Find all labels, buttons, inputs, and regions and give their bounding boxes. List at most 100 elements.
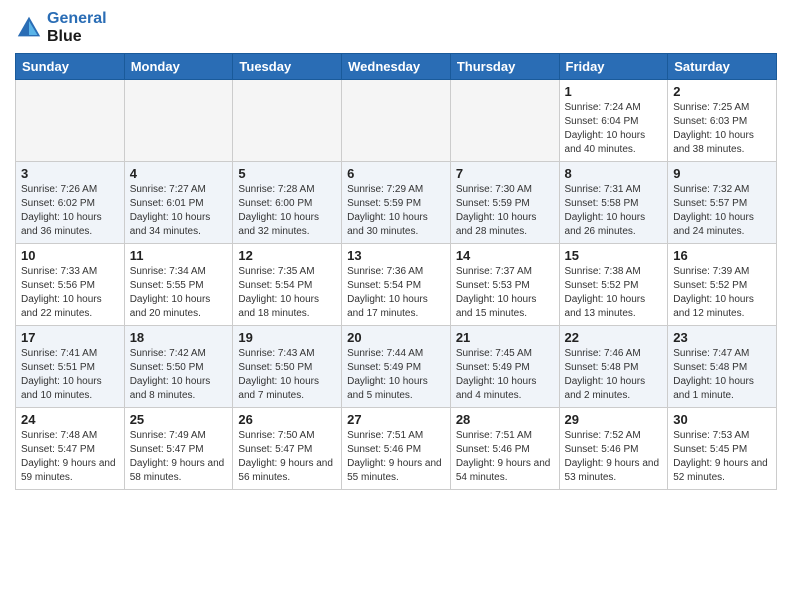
day-info: Sunrise: 7:41 AM Sunset: 5:51 PM Dayligh…	[21, 347, 119, 403]
week-row-4: 17Sunrise: 7:41 AM Sunset: 5:51 PM Dayli…	[16, 326, 777, 408]
calendar-cell: 29 Sunrise: 7:52 AM Sunset: 5:46 PM Dayli…	[559, 408, 668, 490]
calendar-cell: 15Sunrise: 7:38 AM Sunset: 5:52 PM Dayli…	[559, 244, 668, 326]
calendar-cell: 25 Sunrise: 7:49 AM Sunset: 5:47 PM Dayli…	[124, 408, 233, 490]
calendar-cell	[450, 80, 559, 162]
logo-line1: General	[47, 10, 107, 28]
calendar-cell: 18 Sunrise: 7:42 AM Sunset: 5:50 PM Dayli…	[124, 326, 233, 408]
weekday-header-friday: Friday	[559, 54, 668, 80]
day-info: Sunrise: 7:49 AM Sunset: 5:47 PM Dayligh…	[130, 429, 228, 485]
calendar-cell: 28 Sunrise: 7:51 AM Sunset: 5:46 PM Dayli…	[450, 408, 559, 490]
day-info: Sunrise: 7:27 AM Sunset: 6:01 PM Dayligh…	[130, 183, 228, 239]
day-number: 8	[565, 166, 663, 181]
calendar-cell: 2 Sunrise: 7:25 AM Sunset: 6:03 PM Daylig…	[668, 80, 777, 162]
day-info: Sunrise: 7:50 AM Sunset: 5:47 PM Dayligh…	[238, 429, 336, 485]
calendar-cell: 24Sunrise: 7:48 AM Sunset: 5:47 PM Dayli…	[16, 408, 125, 490]
calendar-cell: 14 Sunrise: 7:37 AM Sunset: 5:53 PM Dayli…	[450, 244, 559, 326]
day-info: Sunrise: 7:42 AM Sunset: 5:50 PM Dayligh…	[130, 347, 228, 403]
day-number: 25	[130, 412, 228, 427]
day-info: Sunrise: 7:53 AM Sunset: 5:45 PM Dayligh…	[673, 429, 771, 485]
day-info: Sunrise: 7:31 AM Sunset: 5:58 PM Dayligh…	[565, 183, 663, 239]
day-number: 5	[238, 166, 336, 181]
day-number: 14	[456, 248, 554, 263]
day-info: Sunrise: 7:47 AM Sunset: 5:48 PM Dayligh…	[673, 347, 771, 403]
week-row-3: 10 Sunrise: 7:33 AM Sunset: 5:56 PM Dayli…	[16, 244, 777, 326]
calendar-cell: 13 Sunrise: 7:36 AM Sunset: 5:54 PM Dayli…	[342, 244, 451, 326]
day-number: 3	[21, 166, 119, 181]
day-info: Sunrise: 7:29 AM Sunset: 5:59 PM Dayligh…	[347, 183, 445, 239]
day-info: Sunrise: 7:28 AM Sunset: 6:00 PM Dayligh…	[238, 183, 336, 239]
calendar-cell	[16, 80, 125, 162]
day-number: 4	[130, 166, 228, 181]
day-number: 10	[21, 248, 119, 263]
header: General Blue	[15, 10, 777, 45]
day-info: Sunrise: 7:35 AM Sunset: 5:54 PM Dayligh…	[238, 265, 336, 321]
day-number: 19	[238, 330, 336, 345]
calendar-cell: 26 Sunrise: 7:50 AM Sunset: 5:47 PM Dayli…	[233, 408, 342, 490]
day-info: Sunrise: 7:52 AM Sunset: 5:46 PM Dayligh…	[565, 429, 663, 485]
calendar-cell: 17Sunrise: 7:41 AM Sunset: 5:51 PM Dayli…	[16, 326, 125, 408]
week-row-5: 24Sunrise: 7:48 AM Sunset: 5:47 PM Dayli…	[16, 408, 777, 490]
day-number: 29	[565, 412, 663, 427]
calendar-cell: 4 Sunrise: 7:27 AM Sunset: 6:01 PM Daylig…	[124, 162, 233, 244]
day-number: 16	[673, 248, 771, 263]
calendar-cell: 19 Sunrise: 7:43 AM Sunset: 5:50 PM Dayli…	[233, 326, 342, 408]
day-number: 2	[673, 84, 771, 99]
weekday-header-sunday: Sunday	[16, 54, 125, 80]
calendar-cell: 11 Sunrise: 7:34 AM Sunset: 5:55 PM Dayli…	[124, 244, 233, 326]
day-info: Sunrise: 7:46 AM Sunset: 5:48 PM Dayligh…	[565, 347, 663, 403]
day-info: Sunrise: 7:37 AM Sunset: 5:53 PM Dayligh…	[456, 265, 554, 321]
calendar-cell: 16Sunrise: 7:39 AM Sunset: 5:52 PM Dayli…	[668, 244, 777, 326]
day-number: 26	[238, 412, 336, 427]
day-number: 12	[238, 248, 336, 263]
calendar-cell: 9 Sunrise: 7:32 AM Sunset: 5:57 PM Daylig…	[668, 162, 777, 244]
day-number: 6	[347, 166, 445, 181]
day-info: Sunrise: 7:43 AM Sunset: 5:50 PM Dayligh…	[238, 347, 336, 403]
day-number: 23	[673, 330, 771, 345]
day-number: 7	[456, 166, 554, 181]
day-info: Sunrise: 7:32 AM Sunset: 5:57 PM Dayligh…	[673, 183, 771, 239]
logo-line2: Blue	[47, 28, 107, 46]
weekday-header-thursday: Thursday	[450, 54, 559, 80]
calendar: SundayMondayTuesdayWednesdayThursdayFrid…	[15, 53, 777, 490]
calendar-cell: 27Sunrise: 7:51 AM Sunset: 5:46 PM Dayli…	[342, 408, 451, 490]
calendar-cell	[124, 80, 233, 162]
day-number: 13	[347, 248, 445, 263]
day-number: 28	[456, 412, 554, 427]
weekday-header-monday: Monday	[124, 54, 233, 80]
day-info: Sunrise: 7:36 AM Sunset: 5:54 PM Dayligh…	[347, 265, 445, 321]
day-number: 20	[347, 330, 445, 345]
weekday-header-saturday: Saturday	[668, 54, 777, 80]
calendar-cell: 8 Sunrise: 7:31 AM Sunset: 5:58 PM Daylig…	[559, 162, 668, 244]
day-number: 11	[130, 248, 228, 263]
day-info: Sunrise: 7:44 AM Sunset: 5:49 PM Dayligh…	[347, 347, 445, 403]
day-info: Sunrise: 7:51 AM Sunset: 5:46 PM Dayligh…	[456, 429, 554, 485]
day-number: 18	[130, 330, 228, 345]
logo-area: General Blue	[15, 10, 107, 45]
day-info: Sunrise: 7:34 AM Sunset: 5:55 PM Dayligh…	[130, 265, 228, 321]
day-info: Sunrise: 7:24 AM Sunset: 6:04 PM Dayligh…	[565, 101, 663, 157]
weekday-header-wednesday: Wednesday	[342, 54, 451, 80]
day-number: 9	[673, 166, 771, 181]
day-info: Sunrise: 7:26 AM Sunset: 6:02 PM Dayligh…	[21, 183, 119, 239]
calendar-cell: 6 Sunrise: 7:29 AM Sunset: 5:59 PM Daylig…	[342, 162, 451, 244]
page: General Blue SundayMondayTuesdayWednesda…	[0, 0, 792, 500]
calendar-cell: 20 Sunrise: 7:44 AM Sunset: 5:49 PM Dayli…	[342, 326, 451, 408]
day-number: 24	[21, 412, 119, 427]
calendar-cell: 23 Sunrise: 7:47 AM Sunset: 5:48 PM Dayli…	[668, 326, 777, 408]
day-info: Sunrise: 7:30 AM Sunset: 5:59 PM Dayligh…	[456, 183, 554, 239]
calendar-cell	[233, 80, 342, 162]
week-row-2: 3 Sunrise: 7:26 AM Sunset: 6:02 PM Daylig…	[16, 162, 777, 244]
calendar-cell: 7 Sunrise: 7:30 AM Sunset: 5:59 PM Daylig…	[450, 162, 559, 244]
logo-icon	[15, 14, 43, 42]
day-info: Sunrise: 7:25 AM Sunset: 6:03 PM Dayligh…	[673, 101, 771, 157]
day-number: 27	[347, 412, 445, 427]
day-number: 22	[565, 330, 663, 345]
day-info: Sunrise: 7:33 AM Sunset: 5:56 PM Dayligh…	[21, 265, 119, 321]
calendar-cell: 22 Sunrise: 7:46 AM Sunset: 5:48 PM Dayli…	[559, 326, 668, 408]
calendar-cell: 12 Sunrise: 7:35 AM Sunset: 5:54 PM Dayli…	[233, 244, 342, 326]
calendar-cell: 3 Sunrise: 7:26 AM Sunset: 6:02 PM Daylig…	[16, 162, 125, 244]
calendar-cell: 21Sunrise: 7:45 AM Sunset: 5:49 PM Dayli…	[450, 326, 559, 408]
day-info: Sunrise: 7:45 AM Sunset: 5:49 PM Dayligh…	[456, 347, 554, 403]
weekday-header-row: SundayMondayTuesdayWednesdayThursdayFrid…	[16, 54, 777, 80]
calendar-cell: 1Sunrise: 7:24 AM Sunset: 6:04 PM Daylig…	[559, 80, 668, 162]
